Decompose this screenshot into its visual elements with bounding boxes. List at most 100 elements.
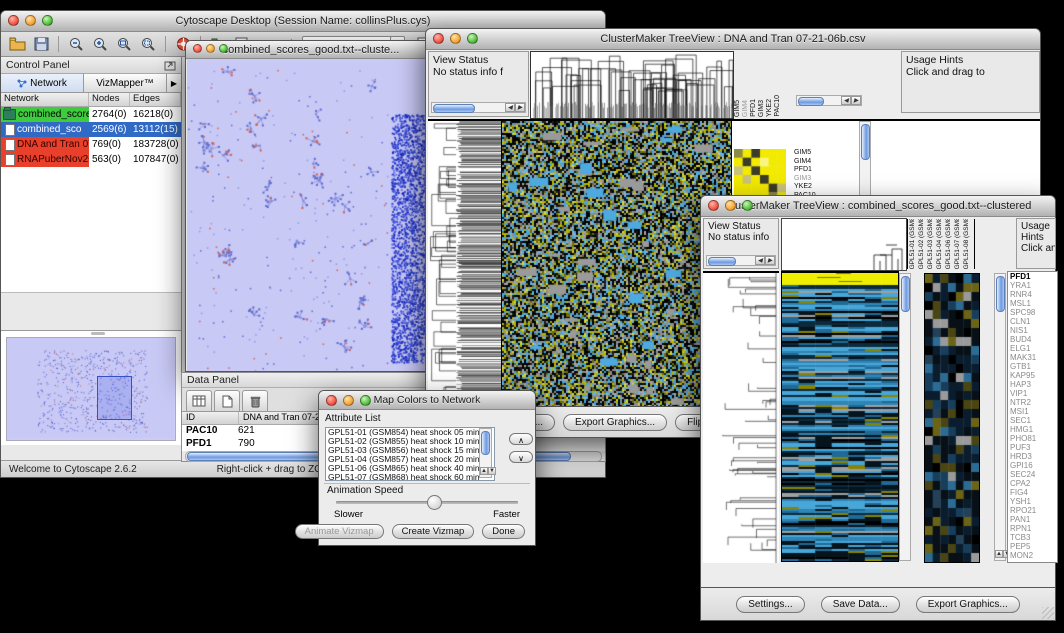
zoom-heatmap-canvas[interactable] — [924, 273, 980, 563]
network-row[interactable]: combined_sco2569(6)13112(15) — [1, 122, 181, 137]
heatmap-canvas[interactable] — [501, 119, 732, 410]
node-table-icon[interactable] — [186, 390, 212, 411]
dialog-titlebar[interactable]: Map Colors to Network — [319, 391, 535, 410]
zoom-fit-icon[interactable] — [114, 35, 134, 54]
minimize-icon[interactable] — [206, 44, 215, 53]
close-icon[interactable] — [708, 200, 719, 211]
scroll-left-icon[interactable]: ◀ — [755, 256, 765, 265]
minimize-icon[interactable] — [450, 33, 461, 44]
gene-label[interactable]: HAP3 — [1008, 380, 1057, 389]
gene-label[interactable]: PHO81 — [1008, 434, 1057, 443]
minimize-icon[interactable] — [25, 15, 36, 26]
scroll-up-icon[interactable]: ▲ — [995, 550, 1003, 558]
row-label[interactable]: YKE2 — [794, 183, 836, 192]
gene-label[interactable]: MON2 — [1008, 551, 1057, 560]
gene-label[interactable]: ELG1 — [1008, 344, 1057, 353]
row-label[interactable]: PFD1 — [794, 166, 836, 175]
panel-grip[interactable] — [91, 332, 105, 335]
row-label[interactable]: GIM5 — [794, 149, 836, 158]
save-data-button[interactable]: Save Data... — [821, 596, 900, 613]
scroll-right-icon[interactable]: ▶ — [851, 96, 861, 105]
gene-label[interactable]: RPN1 — [1008, 524, 1057, 533]
gene-label[interactable]: HRD3 — [1008, 452, 1057, 461]
network-row[interactable]: DNA and Tran 07769(0)183728(0) — [1, 137, 181, 152]
gene-label[interactable]: KAP95 — [1008, 371, 1057, 380]
row-dendrogram-canvas[interactable] — [703, 271, 779, 563]
column-dendrogram-canvas[interactable] — [530, 51, 734, 119]
network-view-titlebar[interactable]: combined_scores_good.txt--cluste... — [186, 41, 436, 59]
hscrollbar[interactable]: ◀ ▶ — [431, 102, 526, 113]
scrollbar-thumb[interactable] — [433, 104, 475, 113]
close-icon[interactable] — [193, 44, 202, 53]
minimize-icon[interactable] — [343, 395, 354, 406]
hscrollbar[interactable]: ◀ ▶ — [706, 255, 776, 266]
vscrollbar[interactable]: ▲▼ — [994, 273, 1006, 561]
vscrollbar[interactable] — [899, 273, 911, 561]
gene-label[interactable]: VIP1 — [1008, 389, 1057, 398]
zoom-window-icon[interactable] — [742, 200, 753, 211]
close-icon[interactable] — [326, 395, 337, 406]
column-label[interactable]: PFD1 — [750, 99, 758, 117]
scroll-right-icon[interactable]: ▶ — [765, 256, 775, 265]
column-label[interactable]: GPL51-04 (GSM857) — [935, 219, 944, 269]
overview-canvas[interactable] — [7, 338, 174, 438]
zoom-window-icon[interactable] — [219, 44, 228, 53]
new-attribute-icon[interactable] — [214, 390, 240, 411]
scroll-up-icon[interactable]: ▲ — [480, 467, 488, 475]
export-graphics-button[interactable]: Export Graphics... — [563, 414, 667, 431]
gene-label[interactable]: RNR4 — [1008, 290, 1057, 299]
gene-label[interactable]: TCB3 — [1008, 533, 1057, 542]
gene-label[interactable]: SPC98 — [1008, 308, 1057, 317]
gene-label[interactable]: CLN1 — [1008, 317, 1057, 326]
tab-network[interactable]: Network — [1, 74, 84, 92]
tab-vizmapper[interactable]: VizMapper™ — [84, 74, 167, 92]
column-label[interactable]: GPL51-02 (GSM855) — [917, 219, 926, 269]
gene-label[interactable]: SEC24 — [1008, 470, 1057, 479]
scroll-left-icon[interactable]: ◀ — [505, 103, 515, 112]
column-label[interactable]: PAC10 — [774, 95, 782, 117]
zoom-in-icon[interactable] — [90, 35, 110, 54]
export-graphics-button[interactable]: Export Graphics... — [916, 596, 1020, 613]
create-vizmap-button[interactable]: Create Vizmap — [392, 524, 475, 539]
close-icon[interactable] — [433, 33, 444, 44]
zoom-selected-icon[interactable] — [138, 35, 158, 54]
gene-label[interactable]: PEP5 — [1008, 542, 1057, 551]
column-label[interactable]: GIM5 — [734, 100, 742, 117]
scrollbar-thumb[interactable] — [996, 276, 1005, 312]
gene-label[interactable]: MSL1 — [1008, 299, 1057, 308]
overview-viewport-rect[interactable] — [97, 376, 132, 420]
zoom-window-icon[interactable] — [360, 395, 371, 406]
gene-label[interactable]: MSI1 — [1008, 407, 1057, 416]
column-label[interactable]: GIM4 — [742, 100, 750, 117]
attribute-item[interactable]: GPL51-07 (GSM868) heat shock 60 min — [326, 473, 494, 481]
row-dendrogram-canvas[interactable] — [428, 119, 501, 411]
gene-label[interactable]: CPA2 — [1008, 479, 1057, 488]
move-down-button[interactable]: ∨ — [509, 451, 533, 463]
save-button[interactable] — [31, 35, 51, 54]
done-button[interactable]: Done — [482, 524, 525, 539]
hscrollbar[interactable]: ◀ ▶ — [796, 95, 862, 106]
open-file-button[interactable] — [7, 35, 27, 54]
speed-slider[interactable] — [336, 501, 518, 504]
gene-label[interactable]: SEC1 — [1008, 416, 1057, 425]
heatmap-canvas[interactable] — [781, 271, 899, 562]
gene-label[interactable]: FIG4 — [1008, 488, 1057, 497]
move-up-button[interactable]: ∧ — [509, 433, 533, 445]
treeview-dna-titlebar[interactable]: ClusterMaker TreeView : DNA and Tran 07-… — [426, 29, 1040, 50]
column-label[interactable]: GIM3 — [758, 100, 766, 117]
scrollbar-thumb[interactable] — [481, 431, 490, 455]
column-label[interactable]: GPL51-08 (GSM872) — [962, 219, 971, 269]
gene-label[interactable]: PFD1 — [1008, 272, 1057, 281]
column-label[interactable]: GPL51-06 (GSM865) — [944, 219, 953, 269]
gene-label[interactable]: PUF3 — [1008, 443, 1057, 452]
scrollbar-thumb[interactable] — [798, 97, 824, 106]
gene-label[interactable]: GTB1 — [1008, 362, 1057, 371]
gene-label[interactable]: PAN1 — [1008, 515, 1057, 524]
cluster-matrix-canvas[interactable] — [734, 149, 786, 201]
scrollbar-thumb[interactable] — [861, 124, 870, 160]
column-label[interactable]: YKE2 — [766, 99, 774, 117]
gene-label[interactable]: GPI16 — [1008, 461, 1057, 470]
row-label[interactable]: GIM4 — [794, 158, 836, 167]
column-dendrogram-canvas[interactable] — [781, 218, 907, 271]
zoom-window-icon[interactable] — [42, 15, 53, 26]
